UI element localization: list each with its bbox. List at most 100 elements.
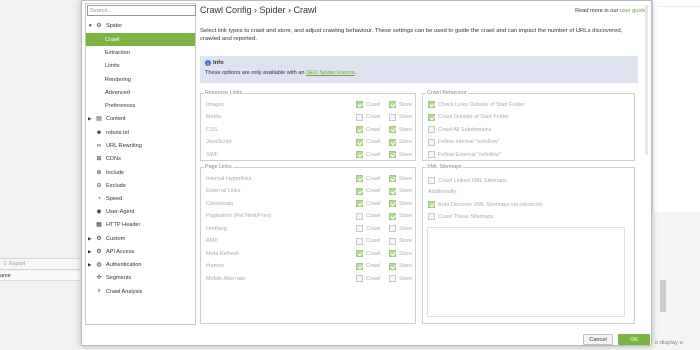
checkbox[interactable]: [389, 275, 396, 282]
sidebar-item-url-rewriting[interactable]: ∞ URL Rewriting: [95, 139, 195, 152]
chevron-right-icon[interactable]: ▶: [88, 249, 95, 255]
checkbox[interactable]: [356, 138, 363, 146]
crawl-checkbox[interactable]: Crawl: [356, 275, 380, 282]
store-checkbox[interactable]: Store: [389, 151, 412, 158]
crawl-checkbox[interactable]: Crawl: [356, 212, 380, 220]
crawl-checkbox[interactable]: Crawl: [356, 250, 380, 257]
crawl-checkbox[interactable]: Crawl: [356, 113, 380, 121]
checkbox[interactable]: [428, 126, 435, 133]
sidebar-item-robots[interactable]: ☻ robots.txt: [95, 126, 195, 139]
checkbox[interactable]: [356, 262, 363, 270]
vertical-scrollbar[interactable]: [645, 5, 648, 155]
chevron-down-icon[interactable]: ▼: [88, 23, 95, 28]
store-checkbox[interactable]: Store: [389, 175, 412, 182]
checkbox[interactable]: [356, 250, 363, 257]
crawl-checkbox[interactable]: Crawl: [356, 187, 380, 195]
auto-discover-sitemaps-checkbox[interactable]: Auto Discover XML Sitemaps via robots.tx…: [428, 199, 542, 210]
checkbox[interactable]: [389, 138, 396, 146]
checkbox[interactable]: [428, 101, 435, 108]
checkbox[interactable]: [389, 175, 396, 182]
sidebar-item-extraction[interactable]: Extraction: [105, 46, 195, 59]
checkbox[interactable]: [389, 101, 396, 108]
sidebar-item-crawl-analysis[interactable]: ⌕ Crawl Analysis: [95, 285, 195, 298]
checkbox[interactable]: [428, 177, 435, 184]
checkbox[interactable]: [389, 113, 396, 121]
cancel-button[interactable]: Cancel: [583, 334, 613, 345]
store-checkbox[interactable]: Store: [389, 138, 412, 146]
checkbox[interactable]: [428, 213, 435, 220]
crawl-behaviour-checkbox[interactable]: Check Links Outside of Start Folder: [428, 99, 525, 110]
checkbox[interactable]: [356, 126, 363, 133]
crawl-behaviour-checkbox[interactable]: Crawl Outside of Start Folder: [428, 112, 509, 123]
store-checkbox[interactable]: Store: [389, 187, 412, 195]
crawl-checkbox[interactable]: Crawl: [356, 262, 380, 270]
checkbox[interactable]: [389, 225, 396, 232]
checkbox[interactable]: [389, 212, 396, 220]
checkbox[interactable]: [356, 113, 363, 121]
sidebar-item-limits[interactable]: Limits: [105, 59, 195, 72]
checkbox[interactable]: [356, 212, 363, 220]
checkbox[interactable]: [356, 237, 363, 245]
sitemaps-textarea[interactable]: [427, 227, 625, 317]
checkbox[interactable]: [428, 151, 435, 158]
store-checkbox[interactable]: Store: [389, 237, 412, 245]
checkbox[interactable]: [389, 151, 396, 158]
sidebar-item-custom[interactable]: ▶ ⚙ Custom: [88, 232, 196, 245]
checkbox[interactable]: [356, 151, 363, 158]
checkbox[interactable]: [389, 126, 396, 133]
sidebar-item-user-agent[interactable]: ◉ User-Agent: [95, 205, 195, 218]
store-checkbox[interactable]: Store: [389, 113, 412, 121]
chevron-right-icon[interactable]: ▶: [88, 262, 95, 268]
store-checkbox[interactable]: Store: [389, 262, 412, 270]
export-button[interactable]: ⇪ Export: [0, 259, 28, 269]
store-checkbox[interactable]: Store: [389, 101, 412, 108]
crawl-these-sitemaps-checkbox[interactable]: Crawl These Sitemaps:: [428, 211, 495, 222]
crawl-behaviour-checkbox[interactable]: Follow External "nofollow": [428, 149, 501, 160]
sidebar-item-rendering[interactable]: Rendering: [105, 73, 195, 86]
chevron-right-icon[interactable]: ▶: [88, 116, 95, 122]
sidebar-item-segments[interactable]: ✣ Segments: [95, 271, 195, 284]
checkbox[interactable]: [389, 187, 396, 195]
checkbox[interactable]: [428, 113, 435, 121]
sidebar-item-advanced[interactable]: Advanced: [105, 86, 195, 99]
licence-link[interactable]: SEO Spider licence: [306, 70, 355, 76]
crawl-checkbox[interactable]: Crawl: [356, 175, 380, 182]
checkbox[interactable]: [356, 200, 363, 207]
checkbox[interactable]: [389, 262, 396, 270]
sidebar-item-spider[interactable]: ▼ ⚙ Spider: [88, 19, 196, 32]
sidebar-item-api-access[interactable]: ▶ ⚙ API Access: [88, 245, 196, 258]
sidebar-item-authentication[interactable]: ▶ ◍ Authentication: [88, 258, 196, 271]
user-guide-link[interactable]: user guide: [620, 8, 646, 14]
store-checkbox[interactable]: Store: [389, 225, 412, 232]
checkbox[interactable]: [428, 138, 435, 146]
sidebar-item-preferences[interactable]: Preferences: [105, 99, 195, 112]
sidebar-item-include[interactable]: ⊕ Include: [95, 166, 195, 179]
crawl-checkbox[interactable]: Crawl: [356, 138, 380, 146]
crawl-checkbox[interactable]: Crawl: [356, 225, 380, 232]
checkbox[interactable]: [428, 201, 435, 208]
checkbox[interactable]: [389, 250, 396, 257]
crawl-checkbox[interactable]: Crawl: [356, 200, 380, 207]
crawl-checkbox[interactable]: Crawl: [356, 101, 380, 108]
checkbox[interactable]: [356, 187, 363, 195]
checkbox[interactable]: [356, 225, 363, 232]
store-checkbox[interactable]: Store: [389, 212, 412, 220]
chevron-right-icon[interactable]: ▶: [88, 236, 95, 242]
store-checkbox[interactable]: Store: [389, 250, 412, 257]
checkbox[interactable]: [356, 175, 363, 182]
crawl-behaviour-checkbox[interactable]: Crawl All Subdomains: [428, 124, 492, 135]
checkbox[interactable]: [356, 101, 363, 108]
store-checkbox[interactable]: Store: [389, 275, 412, 282]
sidebar-item-content[interactable]: ▶ ▤ Content: [88, 112, 196, 125]
store-checkbox[interactable]: Store: [389, 200, 412, 207]
crawl-behaviour-checkbox[interactable]: Follow Internal "nofollow": [428, 137, 499, 148]
search-input[interactable]: Search...: [87, 5, 196, 16]
crawl-checkbox[interactable]: Crawl: [356, 151, 380, 158]
sidebar-item-exclude[interactable]: ⊖ Exclude: [95, 179, 195, 192]
sidebar-item-speed[interactable]: ◔ Speed: [95, 192, 195, 205]
checkbox[interactable]: [356, 275, 363, 282]
sidebar-item-crawl[interactable]: Crawl: [86, 33, 195, 46]
store-checkbox[interactable]: Store: [389, 126, 412, 133]
sidebar-item-http-header[interactable]: ▦ HTTP Header: [95, 218, 195, 231]
crawl-checkbox[interactable]: Crawl: [356, 237, 380, 245]
